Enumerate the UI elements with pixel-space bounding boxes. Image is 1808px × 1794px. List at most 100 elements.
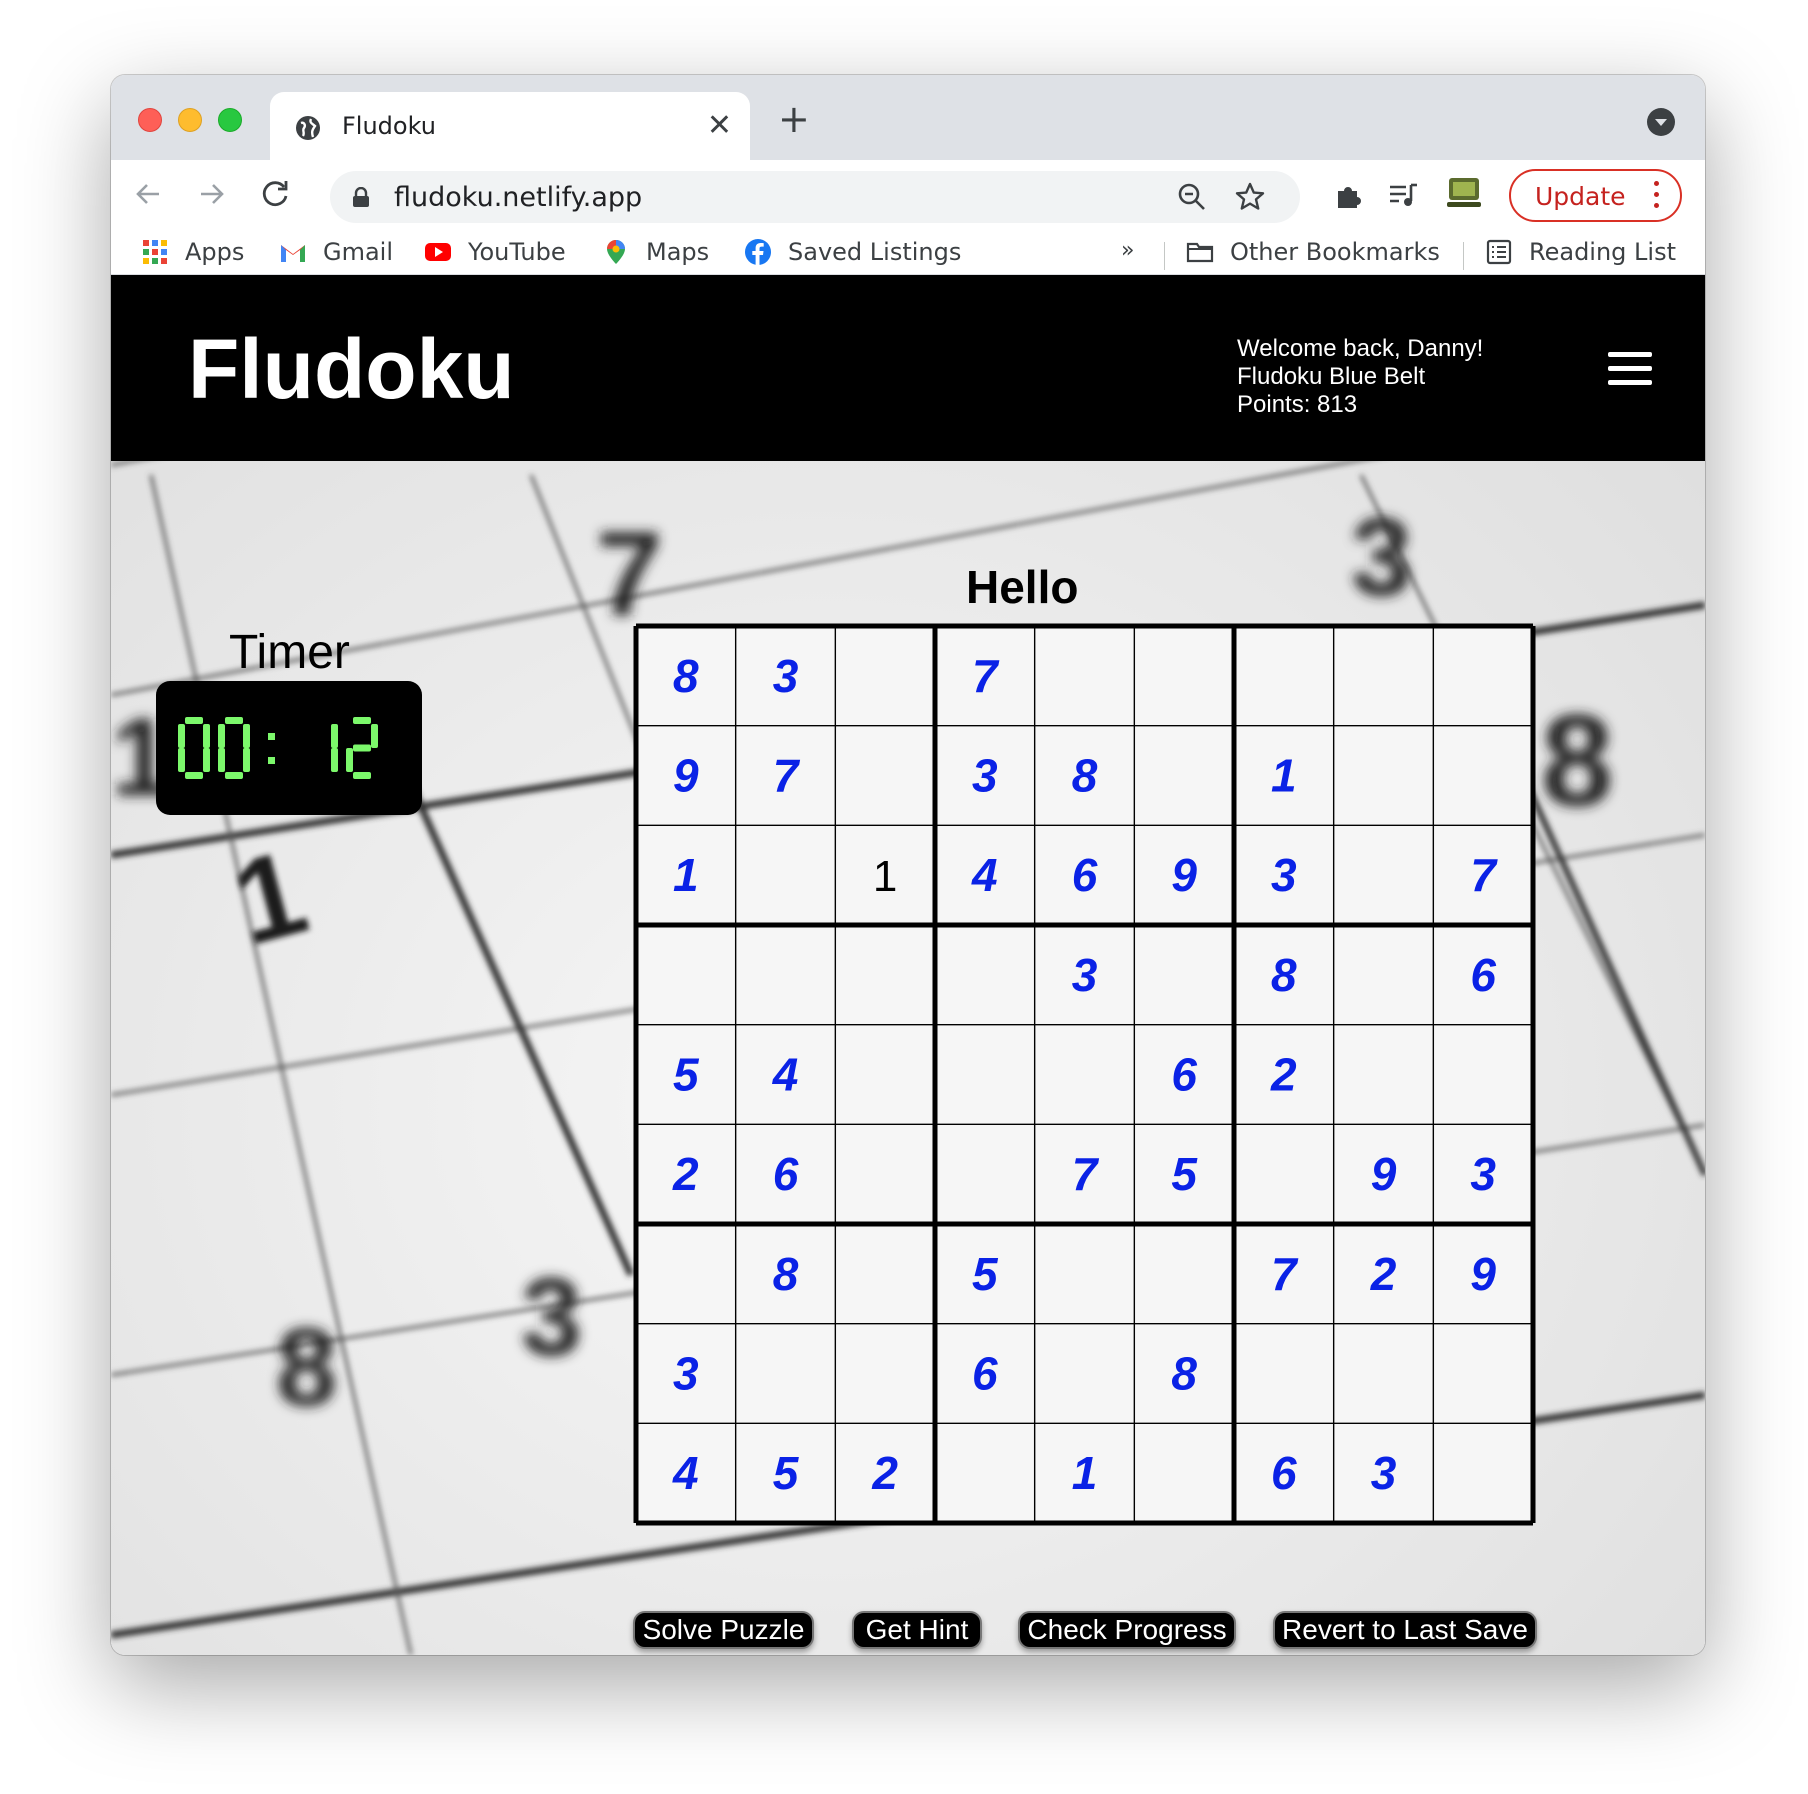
board-cell[interactable] (736, 925, 836, 1025)
extensions-icon[interactable] (1333, 179, 1365, 211)
board-cell[interactable]: 5 (636, 1025, 736, 1125)
board-cell[interactable] (1134, 925, 1234, 1025)
url-text[interactable]: fludoku.netlify.app (394, 182, 642, 213)
bookmark-other-bookmarks[interactable]: Other Bookmarks (1186, 234, 1440, 270)
board-cell[interactable]: 7 (1035, 1124, 1135, 1224)
reading-list-button[interactable]: Reading List (1485, 234, 1676, 270)
tab-close-icon[interactable]: ✕ (707, 106, 732, 146)
maximize-window-button[interactable] (218, 108, 242, 132)
board-cell[interactable] (835, 925, 935, 1025)
board-cell[interactable] (1334, 1025, 1434, 1125)
board-cell[interactable]: 2 (1234, 1025, 1334, 1125)
board-cell[interactable]: 3 (935, 726, 1035, 826)
board-cell[interactable]: 3 (736, 626, 836, 726)
board-cell[interactable] (1035, 626, 1135, 726)
board-cell[interactable]: 3 (1334, 1423, 1434, 1523)
board-cell[interactable]: 9 (1134, 825, 1234, 925)
check-progress-button[interactable]: Check Progress (1018, 1611, 1236, 1649)
board-cell[interactable]: 5 (935, 1224, 1035, 1324)
board-cell[interactable]: 7 (1234, 1224, 1334, 1324)
board-cell[interactable] (935, 1423, 1035, 1523)
board-cell[interactable]: 7 (736, 726, 836, 826)
board-cell[interactable]: 4 (636, 1423, 736, 1523)
board-cell[interactable]: 1 (835, 825, 935, 925)
board-cell[interactable]: 6 (1234, 1423, 1334, 1523)
board-cell[interactable] (1433, 1324, 1533, 1424)
board-cell[interactable] (636, 1224, 736, 1324)
sudoku-board[interactable]: 8 3 7 9 7 3 8 1 1 1 4 6 9 3 7 3 8 6 5 4 6 2 2 6 7 5 9 3 8 5 7 2 9 3 6 8 4 5 2 1… (631, 621, 1538, 1528)
board-cell[interactable]: 2 (636, 1124, 736, 1224)
board-cell[interactable]: 2 (1334, 1224, 1434, 1324)
board-cell[interactable] (1234, 626, 1334, 726)
board-cell[interactable]: 6 (1433, 925, 1533, 1025)
board-cell[interactable] (835, 1124, 935, 1224)
bookmark-maps[interactable]: Maps (602, 234, 709, 270)
board-cell[interactable]: 7 (1433, 825, 1533, 925)
bookmark-apps[interactable]: Apps (141, 234, 244, 270)
zoom-icon[interactable] (1176, 181, 1208, 213)
board-cell[interactable] (1035, 1025, 1135, 1125)
solve-puzzle-button[interactable]: Solve Puzzle (633, 1611, 814, 1649)
board-cell[interactable]: 9 (1334, 1124, 1434, 1224)
board-cell[interactable] (935, 1124, 1035, 1224)
tab-fludoku[interactable]: Fludoku ✕ (270, 92, 750, 160)
back-icon[interactable] (127, 172, 171, 216)
board-cell[interactable]: 9 (1433, 1224, 1533, 1324)
bookmark-gmail[interactable]: Gmail (279, 234, 393, 270)
bookmarks-overflow-button[interactable]: » (1121, 238, 1134, 263)
board-cell[interactable]: 8 (1234, 925, 1334, 1025)
board-cell[interactable]: 5 (1134, 1124, 1234, 1224)
new-tab-button[interactable]: + (778, 99, 810, 139)
board-cell[interactable]: 7 (935, 626, 1035, 726)
board-cell[interactable]: 8 (636, 626, 736, 726)
get-hint-button[interactable]: Get Hint (852, 1611, 982, 1649)
menu-dots-icon[interactable] (1654, 181, 1660, 214)
board-cell[interactable]: 3 (1433, 1124, 1533, 1224)
board-cell[interactable] (1035, 1324, 1135, 1424)
board-cell[interactable]: 8 (1035, 726, 1135, 826)
bookmark-star-icon[interactable] (1234, 181, 1266, 213)
revert-button[interactable]: Revert to Last Save (1273, 1611, 1537, 1649)
media-queue-icon[interactable] (1387, 179, 1419, 211)
board-cell[interactable]: 1 (636, 825, 736, 925)
board-cell[interactable] (1334, 726, 1434, 826)
tab-search-icon[interactable] (1647, 108, 1675, 136)
board-cell[interactable] (736, 1324, 836, 1424)
update-button[interactable]: Update (1509, 169, 1682, 222)
forward-icon[interactable] (189, 172, 233, 216)
board-cell[interactable] (1334, 1324, 1434, 1424)
board-cell[interactable]: 2 (835, 1423, 935, 1523)
board-cell[interactable] (1433, 1025, 1533, 1125)
board-cell[interactable] (1334, 925, 1434, 1025)
board-cell[interactable]: 3 (1234, 825, 1334, 925)
board-cell[interactable] (1234, 1124, 1334, 1224)
bookmark-youtube[interactable]: YouTube (424, 234, 566, 270)
close-window-button[interactable] (138, 108, 162, 132)
board-cell[interactable]: 6 (1035, 825, 1135, 925)
board-cell[interactable] (835, 1224, 935, 1324)
board-cell[interactable]: 6 (1134, 1025, 1234, 1125)
board-cell[interactable] (1134, 1224, 1234, 1324)
board-cell[interactable] (1334, 825, 1434, 925)
board-cell[interactable] (935, 925, 1035, 1025)
board-cell[interactable]: 1 (1035, 1423, 1135, 1523)
board-cell[interactable]: 6 (736, 1124, 836, 1224)
reload-icon[interactable] (253, 172, 297, 216)
address-bar[interactable]: fludoku.netlify.app (330, 171, 1300, 223)
board-cell[interactable]: 4 (736, 1025, 836, 1125)
board-cell[interactable] (1134, 1423, 1234, 1523)
board-cell[interactable] (1035, 1224, 1135, 1324)
board-cell[interactable]: 9 (636, 726, 736, 826)
board-cell[interactable] (835, 1025, 935, 1125)
board-cell[interactable] (1433, 726, 1533, 826)
board-cell[interactable]: 5 (736, 1423, 836, 1523)
board-cell[interactable] (835, 1324, 935, 1424)
board-cell[interactable] (1433, 626, 1533, 726)
board-cell[interactable] (1334, 626, 1434, 726)
hamburger-menu-icon[interactable] (1608, 352, 1652, 386)
board-cell[interactable]: 3 (1035, 925, 1135, 1025)
bookmark-saved-listings[interactable]: Saved Listings (744, 234, 961, 270)
board-cell[interactable] (1134, 626, 1234, 726)
board-cell[interactable] (736, 825, 836, 925)
board-cell[interactable]: 4 (935, 825, 1035, 925)
